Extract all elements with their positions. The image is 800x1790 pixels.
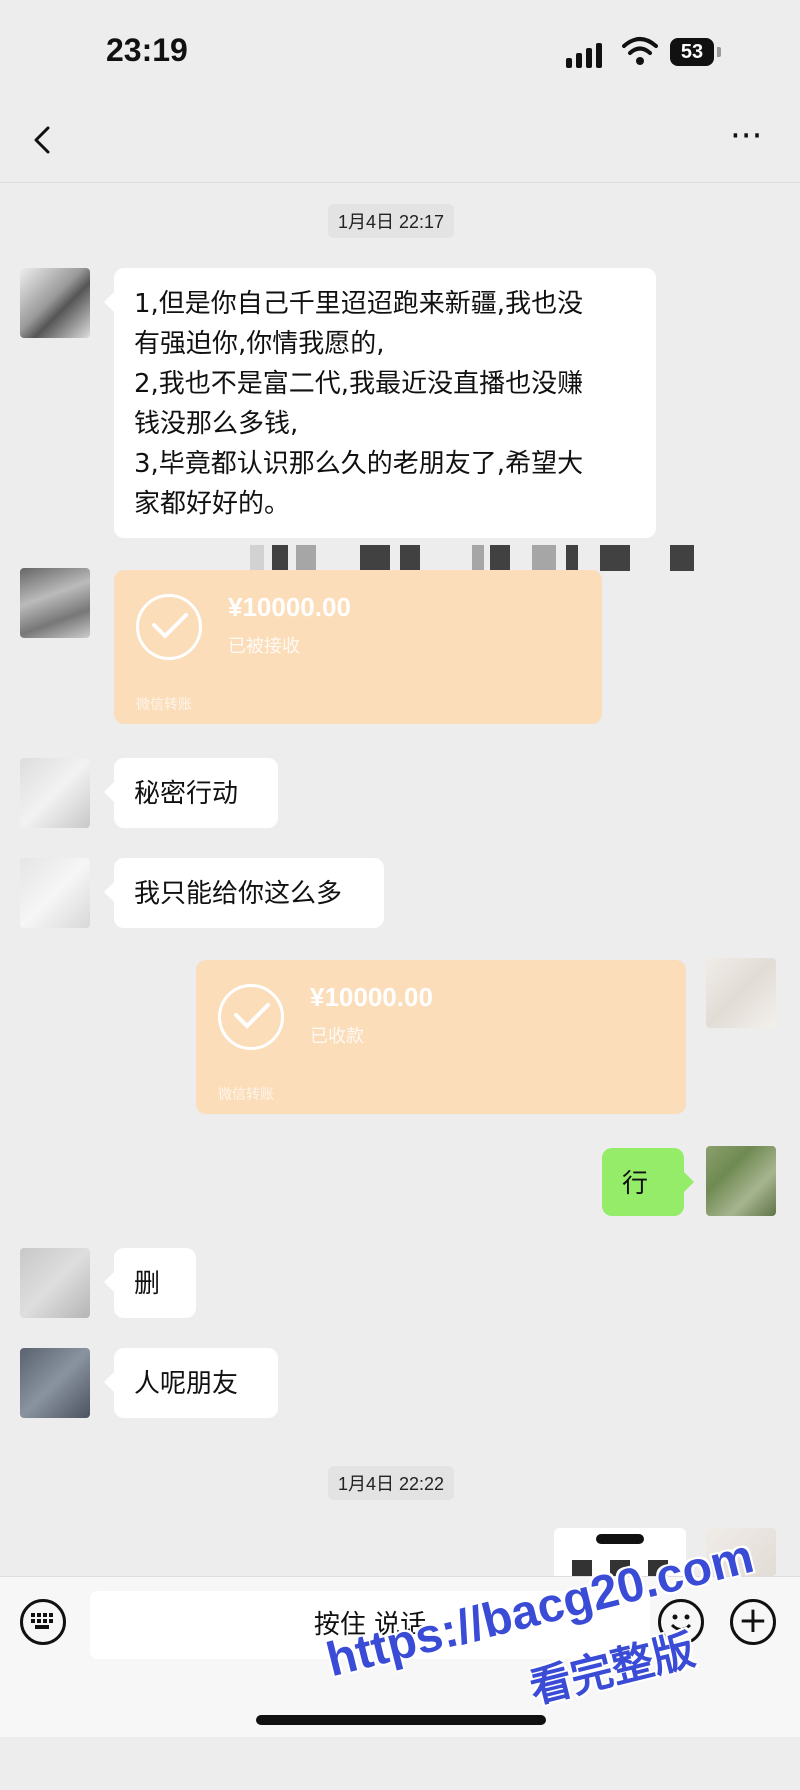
message-bubble[interactable]: 我只能给你这么多	[104, 858, 384, 928]
self-avatar[interactable]	[706, 1528, 776, 1576]
message-line: 1,但是你自己千里迢迢跑来新疆,我也没	[134, 289, 584, 319]
message-bubble[interactable]: 删	[104, 1248, 196, 1318]
battery-icon: 53	[670, 38, 714, 66]
message-text: 删	[134, 1269, 161, 1299]
message-line: 有强迫你,你情我愿的,	[134, 329, 385, 359]
transfer-amount: ¥10000.00	[310, 982, 433, 1012]
checkmark-icon	[218, 984, 284, 1050]
message-text: 行	[622, 1169, 649, 1199]
message-text: 秘密行动	[134, 779, 239, 809]
transfer-amount: ¥10000.00	[228, 592, 351, 622]
add-icon[interactable]: +	[730, 1599, 776, 1645]
avatar[interactable]	[20, 858, 90, 928]
message-bubble[interactable]: 人呢朋友	[104, 1348, 278, 1418]
more-options-icon[interactable]: ···	[730, 116, 762, 156]
transfer-card[interactable]: ¥10000.00 已被接收 微信转账	[114, 570, 602, 724]
thumbnail-block	[648, 1560, 668, 1576]
self-avatar[interactable]	[706, 1146, 776, 1216]
wifi-icon	[622, 37, 658, 65]
chat-header: ···	[0, 100, 800, 183]
home-indicator	[256, 1715, 546, 1725]
message-bubble[interactable]: 1,但是你自己千里迢迢跑来新疆,我也没 有强迫你,你情我愿的, 2,我也不是富二…	[104, 268, 656, 538]
avatar[interactable]	[20, 568, 90, 638]
transfer-card[interactable]: ¥10000.00 已收款 微信转账	[196, 960, 686, 1114]
cellular-signal-icon	[566, 40, 612, 68]
thumbnail-island	[596, 1534, 644, 1544]
transfer-status: 已收款	[310, 1026, 364, 1047]
hold-to-talk-button[interactable]: 按住 说话	[90, 1591, 650, 1659]
message-line: 2,我也不是富二代,我最近没直播也没赚	[134, 369, 584, 399]
input-bar: 按住 说话 +	[0, 1576, 800, 1737]
timestamp: 1月4日 22:17	[328, 204, 455, 238]
timestamp: 1月4日 22:22	[328, 1466, 455, 1500]
message-line: 家都好好的。	[134, 489, 291, 519]
status-bar: 23:19 53	[0, 0, 800, 100]
back-icon[interactable]	[26, 122, 62, 158]
thumbnail-block	[572, 1560, 592, 1576]
avatar[interactable]	[20, 1248, 90, 1318]
message-text: 我只能给你这么多	[134, 879, 343, 909]
emoji-icon[interactable]	[658, 1599, 704, 1645]
message-text: 人呢朋友	[134, 1369, 239, 1399]
self-avatar[interactable]	[706, 958, 776, 1028]
keyboard-icon[interactable]	[20, 1599, 66, 1645]
avatar[interactable]	[20, 268, 90, 338]
message-bubble[interactable]: 秘密行动	[104, 758, 278, 828]
status-time: 23:19	[106, 32, 188, 68]
transfer-label: 微信转账	[218, 1087, 274, 1103]
battery-tip	[717, 47, 721, 57]
message-line: 3,毕竟都认识那么久的老朋友了,希望大	[134, 449, 584, 479]
transfer-label: 微信转账	[136, 697, 192, 713]
avatar[interactable]	[20, 758, 90, 828]
avatar[interactable]	[20, 1348, 90, 1418]
self-message-bubble[interactable]: 行	[602, 1148, 694, 1216]
thumbnail-block	[610, 1560, 630, 1576]
transfer-status: 已被接收	[228, 636, 300, 657]
message-line: 钱没那么多钱,	[134, 409, 299, 439]
checkmark-icon	[136, 594, 202, 660]
